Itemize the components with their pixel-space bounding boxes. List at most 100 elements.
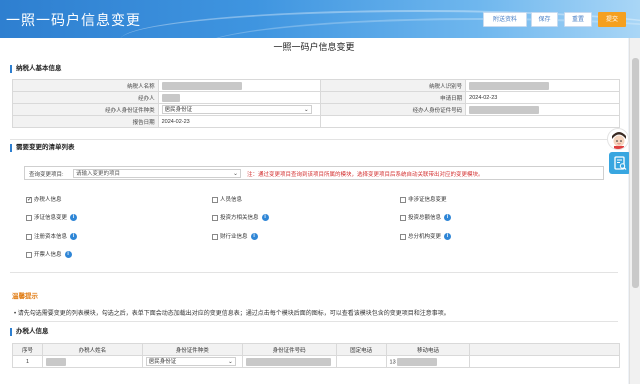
redacted-agent-id xyxy=(469,105,540,114)
checkbox-icon[interactable] xyxy=(400,233,406,240)
attach-materials-button[interactable]: 附送资料 xyxy=(483,12,527,27)
info-icon[interactable]: i xyxy=(70,233,78,241)
section-title-taxpayer-person: 办税人信息 xyxy=(10,328,49,336)
app-title: 一照一码户信息变更 xyxy=(6,12,141,28)
query-label: 查询变更项目: xyxy=(29,172,64,178)
checkbox-item[interactable]: 财行业信息 i xyxy=(212,233,258,241)
redacted-id xyxy=(469,81,550,90)
id-type-text: 居民身份证 xyxy=(148,359,177,365)
checkbox-icon[interactable] xyxy=(26,196,32,204)
taxpayer-name-value xyxy=(157,79,321,92)
checkbox-item[interactable]: 注册资本信息 i xyxy=(26,233,78,241)
checkbox-icon[interactable] xyxy=(400,214,406,221)
chevron-down-icon: ⌄ xyxy=(232,171,238,177)
column-header: 序号 xyxy=(12,343,43,356)
redacted-id-no xyxy=(245,357,331,366)
taxpayer-person-table: 序号 办税人姓名 身份证件种类 身份证件号码 固定电话 移动电话 1 居民身份证… xyxy=(12,343,620,368)
checkbox-icon[interactable] xyxy=(26,214,32,221)
info-icon[interactable]: i xyxy=(444,214,452,222)
agent-id-type-value[interactable]: 居民身份证 ⌄ xyxy=(157,103,321,116)
column-header: 身份证件号码 xyxy=(241,343,337,356)
checkbox-label: 总分机构变更 xyxy=(408,234,442,240)
label-agent-id-type: 经办人身份证件种类 xyxy=(12,103,159,116)
document-search-icon[interactable] xyxy=(609,152,631,174)
query-change-row: 查询变更项目: 请输入变更的项目 ⌄ 注：通过变更项目查询到该项目所属的模块，选… xyxy=(24,166,604,180)
info-icon[interactable]: i xyxy=(261,214,269,222)
divider xyxy=(10,139,618,140)
id-type-cell[interactable]: 居民身份证 ⌄ xyxy=(141,355,243,368)
checkbox-label: 财行业信息 xyxy=(220,234,248,240)
phone-cell[interactable] xyxy=(335,355,387,368)
label-apply-date: 申请日期 xyxy=(319,91,467,104)
submit-button[interactable]: 提交 xyxy=(598,12,626,27)
label-agent: 经办人 xyxy=(12,91,159,104)
info-icon[interactable]: i xyxy=(70,214,78,222)
query-placeholder: 请输入变更的项目 xyxy=(76,171,121,177)
checkbox-item[interactable]: 总分机构变更 i xyxy=(400,233,452,241)
column-header: 身份证件种类 xyxy=(141,343,243,356)
label-taxpayer-id: 纳税人识别号 xyxy=(319,79,467,92)
label-agent-id-no: 经办人身份证件号码 xyxy=(319,103,467,116)
checkbox-label: 注册资本信息 xyxy=(34,234,68,240)
checkbox-item[interactable]: 开票人信息 i xyxy=(26,251,72,259)
redacted-agent xyxy=(161,93,180,102)
column-header: 办税人姓名 xyxy=(41,343,143,356)
checkbox-item[interactable]: 投资总额信息 i xyxy=(400,214,452,222)
divider xyxy=(10,321,618,322)
main-page: 一照一码户信息变更 纳税人基本信息 纳税人名称 纳税人识别号 经办人 申请日期 … xyxy=(0,38,628,384)
checkbox-icon[interactable] xyxy=(212,214,218,221)
chevron-down-icon: ⌄ xyxy=(228,359,233,365)
checkbox-label: 开票人信息 xyxy=(34,252,62,258)
checkbox-icon[interactable] xyxy=(400,196,406,203)
info-icon[interactable]: i xyxy=(444,233,452,241)
info-icon[interactable]: i xyxy=(250,233,258,241)
empty-cell xyxy=(319,115,621,128)
checkbox-label: 非涉证信息变更 xyxy=(408,197,447,203)
checkbox-label: 涉证信息变更 xyxy=(34,215,68,221)
app-header: 一照一码户信息变更 附送资料 保存 重置 提交 xyxy=(0,0,640,38)
id-type-select[interactable]: 居民身份证 ⌄ xyxy=(145,357,236,366)
name-cell xyxy=(41,355,143,368)
checkbox-icon[interactable] xyxy=(26,233,32,240)
warning-note: 注：通过变更项目查询到该项目所属的模块，选择变更项目后系统自动关联带出对应的变更… xyxy=(247,172,484,178)
checkbox-item[interactable]: 投资方相关信息 i xyxy=(212,214,269,222)
chevron-down-icon: ⌄ xyxy=(303,107,309,113)
agent-id-no-value xyxy=(465,103,620,116)
id-no-cell xyxy=(241,355,337,368)
divider xyxy=(10,272,618,273)
mobile-cell[interactable]: 13 xyxy=(385,355,471,368)
query-change-select[interactable]: 请输入变更的项目 ⌄ xyxy=(73,169,241,178)
checkbox-item[interactable]: 人员信息 xyxy=(212,196,242,204)
checkbox-label: 投资总额信息 xyxy=(408,215,442,221)
info-icon[interactable]: i xyxy=(64,251,72,259)
agent-value xyxy=(157,91,321,104)
checkbox-item[interactable]: 非涉证信息变更 xyxy=(400,196,447,204)
checkbox-label: 人员信息 xyxy=(220,197,243,203)
assistant-avatar-icon[interactable] xyxy=(607,128,629,150)
checkbox-item[interactable]: 办税人信息 xyxy=(26,196,62,204)
checkbox-item[interactable]: 涉证信息变更 i xyxy=(26,214,78,222)
document-search-graphic xyxy=(614,156,627,170)
reset-button[interactable]: 重置 xyxy=(564,12,592,27)
taxpayer-id-value xyxy=(465,79,620,92)
scrollbar-thumb[interactable] xyxy=(632,58,639,288)
tips-text: • 请先勾选需要变更的列表模块，勾选之后，表单下面会动态加载出对应的变更信息表；… xyxy=(14,311,450,317)
checkbox-icon[interactable] xyxy=(212,233,218,240)
apply-date-value: 2024-02-23 xyxy=(465,91,620,104)
table-row: 1 居民身份证 ⌄ 13 xyxy=(12,355,620,368)
report-date-value: 2024-02-23 xyxy=(157,115,321,128)
checkbox-icon[interactable] xyxy=(212,196,218,203)
tips-title: 温馨提示 xyxy=(12,293,38,300)
column-header: 移动电话 xyxy=(385,343,471,356)
column-header: 固定电话 xyxy=(335,343,387,356)
checkbox-icon[interactable] xyxy=(26,251,32,258)
section-title-basic: 纳税人基本信息 xyxy=(10,65,62,73)
agent-id-type-select[interactable]: 居民身份证 ⌄ xyxy=(161,105,312,114)
empty-cell xyxy=(469,355,620,368)
save-button[interactable]: 保存 xyxy=(531,12,558,27)
agent-id-type-text: 居民身份证 xyxy=(164,107,193,113)
vertical-scrollbar[interactable] xyxy=(629,38,640,384)
page-title: 一照一码户信息变更 xyxy=(273,42,355,52)
redacted-name xyxy=(45,357,66,366)
row-index: 1 xyxy=(12,355,43,368)
